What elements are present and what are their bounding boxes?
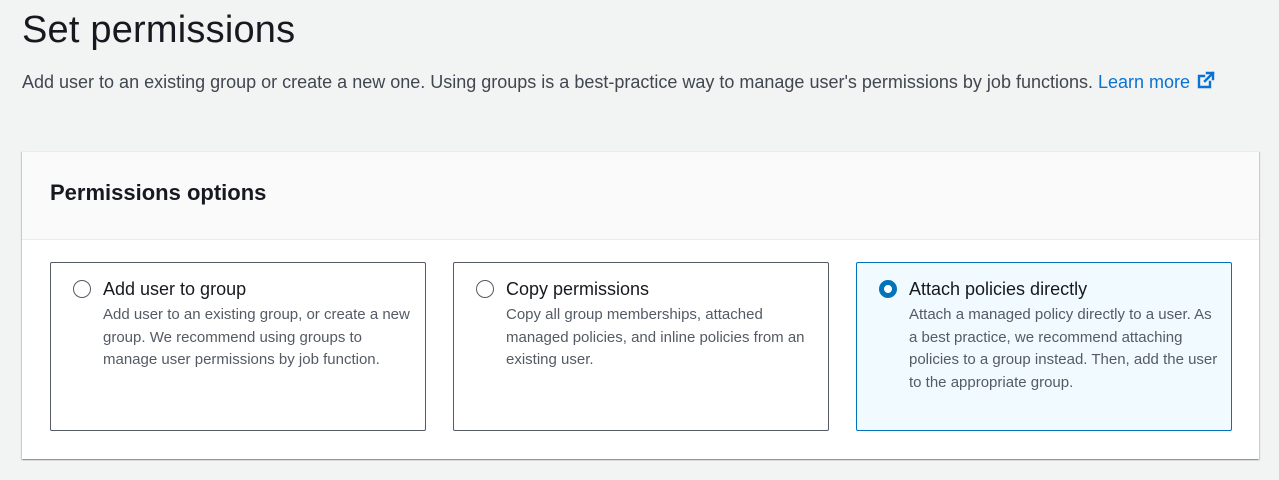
page-description: Add user to an existing group or create … <box>22 68 1247 99</box>
permission-option-tiles: Add user to group Add user to an existin… <box>50 262 1232 431</box>
option-description: Add user to an existing group, or create… <box>103 306 410 368</box>
option-label: Add user to group <box>103 279 247 299</box>
page-title: Set permissions <box>22 9 296 51</box>
panel-title: Permissions options <box>50 180 267 205</box>
option-copy-permissions[interactable]: Copy permissions Copy all group membersh… <box>453 262 829 431</box>
learn-more-label: Learn more <box>1098 72 1191 92</box>
panel-header: Permissions options <box>22 152 1259 240</box>
radio-button[interactable] <box>476 280 494 298</box>
option-label: Attach policies directly <box>909 279 1088 299</box>
option-attach-policies-directly[interactable]: Attach policies directly Attach a manage… <box>856 262 1232 431</box>
permissions-options-panel: Permissions options Add user to group Ad… <box>22 151 1259 459</box>
option-label: Copy permissions <box>506 279 650 299</box>
option-description: Copy all group memberships, attached man… <box>506 306 805 368</box>
option-description: Attach a managed policy directly to a us… <box>909 306 1218 391</box>
radio-button-selected[interactable] <box>879 280 897 298</box>
learn-more-link[interactable]: Learn more <box>1098 71 1216 92</box>
radio-button[interactable] <box>73 280 91 298</box>
option-add-user-to-group[interactable]: Add user to group Add user to an existin… <box>50 262 426 431</box>
page-description-text: Add user to an existing group or create … <box>22 72 1093 92</box>
external-link-icon <box>1196 70 1216 99</box>
set-permissions-page: Set permissions Add user to an existing … <box>22 0 1259 459</box>
